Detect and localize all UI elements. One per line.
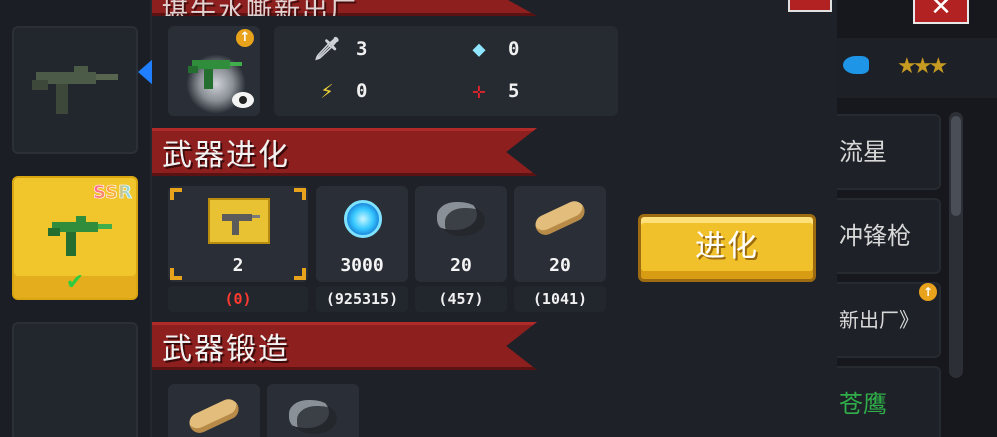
log-icon (532, 197, 588, 239)
weapon-detail-panel: 堪牛水嘶新出厂 ↑ 🗡 3 ◆ 0 ⚡ 0 ✛ 5 武器进化 2 (0) 300… (152, 0, 837, 437)
fish-icon[interactable] (843, 56, 869, 74)
evolution-material-log[interactable]: 20 (514, 186, 606, 282)
game-screen: SSR ✔ 堪牛水嘶新出厂 ↑ 🗡 3 ◆ 0 ⚡ 0 ✛ 5 武器进化 2 (… (0, 0, 997, 437)
evolution-material-weapon[interactable]: 2 (168, 186, 308, 282)
weapon-preview-card[interactable]: ↑ (168, 26, 260, 116)
ore-icon (437, 202, 485, 236)
material-owned: (1041) (514, 286, 606, 312)
weapon-stats: 🗡 3 ◆ 0 ⚡ 0 ✛ 5 (274, 26, 618, 116)
stars-icon[interactable]: ★★★ (897, 54, 948, 79)
stat-damage-value: 3 (356, 38, 368, 60)
stat-damage: 🗡 3 (313, 36, 368, 62)
evolve-button[interactable]: 进化 (638, 214, 816, 282)
weapon-list: SSR ✔ (0, 0, 154, 437)
sword-icon: 🗡 (313, 36, 341, 62)
material-required: 20 (450, 255, 472, 276)
material-required: 20 (549, 255, 571, 276)
material-owned: (0) (168, 286, 308, 312)
stat-energy: ◆ 0 (466, 36, 519, 62)
scrollbar[interactable] (949, 112, 963, 378)
list-item[interactable]: 苍鹰 (837, 366, 941, 437)
forge-banner: 武器锻造 (152, 322, 537, 370)
weapon-slot-empty[interactable] (12, 322, 138, 437)
evolution-material-ore[interactable]: 20 (415, 186, 507, 282)
weapon-slot-uzi-gray[interactable] (12, 26, 138, 154)
evolution-title: 武器进化 (162, 138, 290, 173)
uzi-gray-icon (32, 66, 118, 114)
category-tabs: ★★★ (837, 38, 997, 98)
material-required: 3000 (340, 255, 384, 276)
material-owned: (925315) (316, 286, 408, 312)
scroll-thumb[interactable] (951, 116, 961, 216)
weapon-slot-ssr-selected[interactable]: SSR ✔ (12, 176, 138, 300)
close-icon[interactable]: ✕ (913, 0, 969, 24)
evolution-banner: 武器进化 (152, 128, 537, 176)
top-red-tab-icon[interactable] (788, 0, 832, 12)
blue-orb-icon (344, 200, 382, 238)
forge-title: 武器锻造 (162, 332, 290, 367)
right-list-panel: ✕ ★★★ 流星 冲锋枪 新出厂》 苍鹰 ↑ (837, 0, 997, 437)
crosshair-icon: ✛ (472, 78, 486, 104)
stat-accuracy: ✛ 5 (466, 78, 519, 104)
eye-icon[interactable] (232, 92, 254, 108)
list-item[interactable]: 冲锋枪 (837, 198, 941, 274)
stat-accuracy-value: 5 (508, 80, 520, 102)
material-required: 2 (232, 255, 244, 276)
upgrade-arrow-icon[interactable]: ↑ (236, 29, 254, 47)
weapon-name-banner: 堪牛水嘶新出厂 (152, 0, 537, 16)
forge-material-ore[interactable] (267, 384, 359, 437)
upgrade-arrow-icon: ↑ (919, 283, 937, 301)
weapon-name-list: 流星 冲锋枪 新出厂》 苍鹰 (837, 108, 949, 437)
material-owned: (457) (415, 286, 507, 312)
check-icon: ✔ (65, 270, 85, 295)
weapon-name: 堪牛水嘶新出厂 (162, 0, 359, 27)
ore-icon (289, 400, 337, 434)
stat-crit: ⚡ 0 (314, 78, 367, 104)
weapon-card-icon (208, 198, 270, 244)
log-icon (186, 395, 242, 437)
stat-crit-value: 0 (356, 80, 368, 102)
stat-energy-value: 0 (508, 38, 520, 60)
forge-material-log[interactable] (168, 384, 260, 437)
list-item[interactable]: 流星 (837, 114, 941, 190)
gem-icon: ◆ (472, 36, 486, 62)
evolution-material-orb[interactable]: 3000 (316, 186, 408, 282)
lightning-icon: ⚡ (320, 78, 334, 104)
